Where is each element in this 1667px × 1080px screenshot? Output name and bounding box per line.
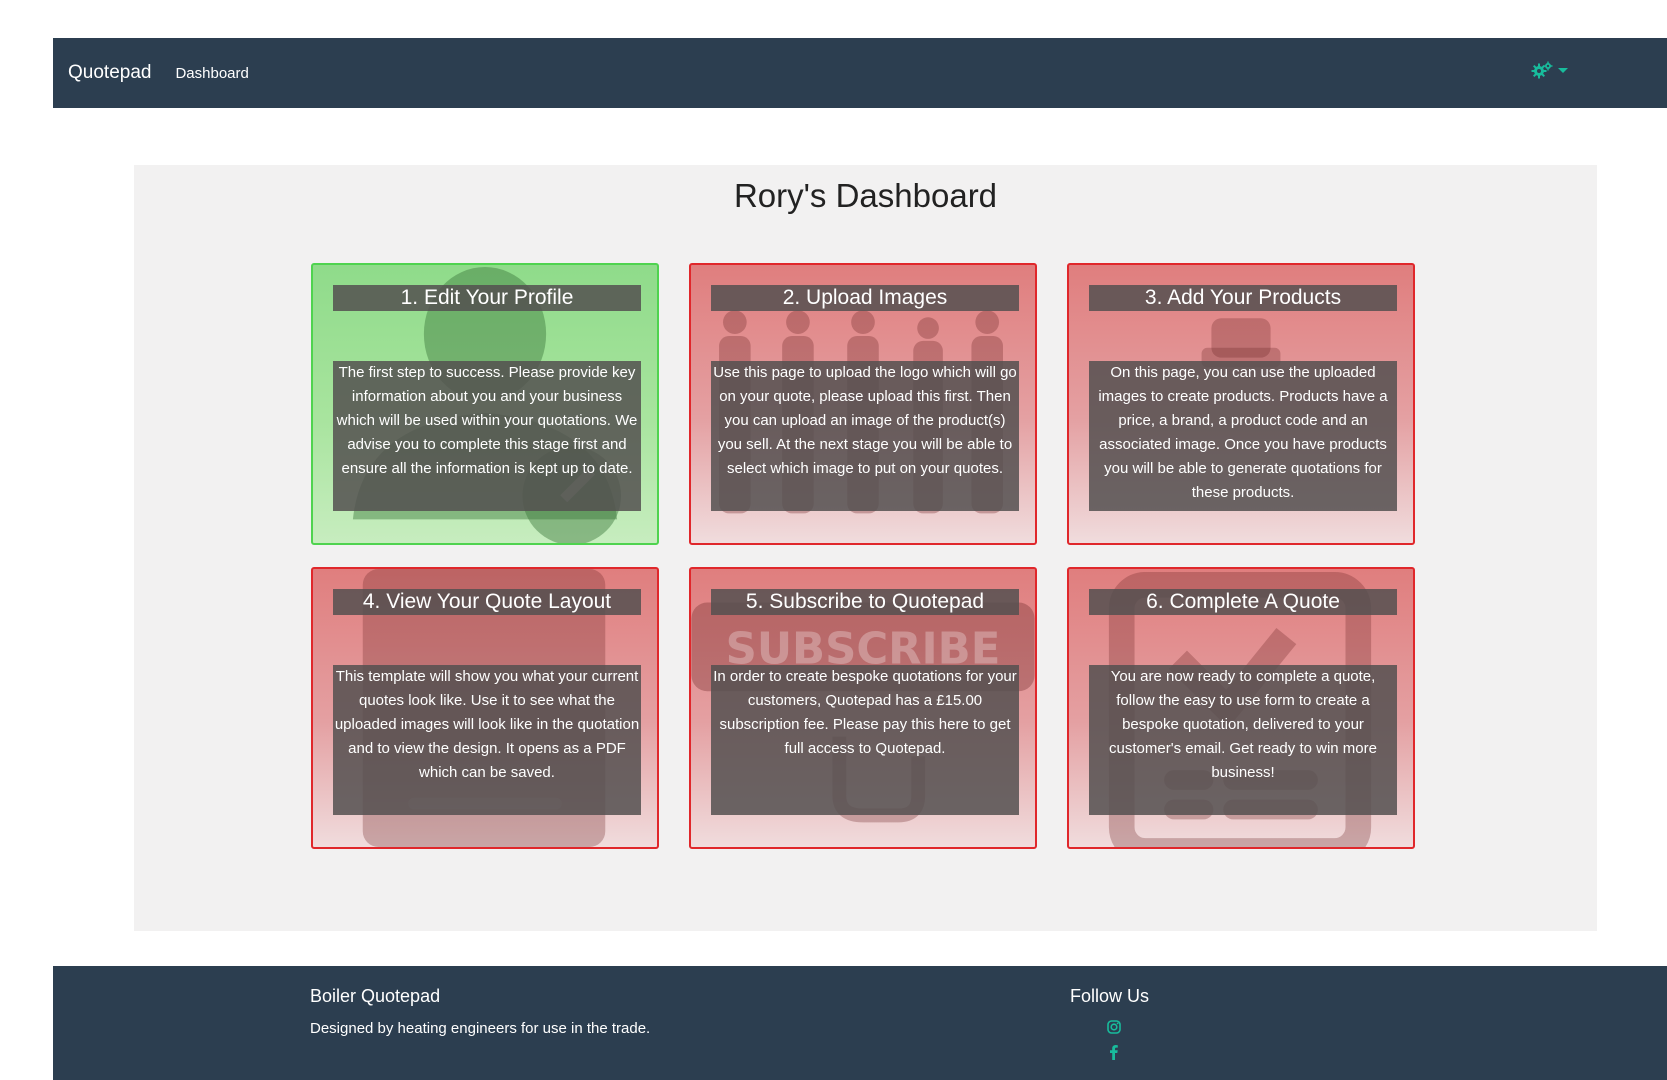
brand-link[interactable]: Quotepad bbox=[68, 62, 151, 84]
card-description: On this page, you can use the uploaded i… bbox=[1089, 361, 1397, 511]
chevron-down-icon bbox=[1558, 67, 1568, 73]
gears-icon bbox=[1531, 61, 1553, 79]
card-edit-profile[interactable]: 1. Edit Your Profile The first step to s… bbox=[311, 263, 659, 545]
footer-brand-title: Boiler Quotepad bbox=[310, 986, 441, 1006]
card-subscribe[interactable]: SUBSCRIBE 5. Subscribe to Quotepad In or… bbox=[689, 567, 1037, 849]
card-description: In order to create bespoke quotations fo… bbox=[711, 665, 1019, 815]
card-description: The first step to success. Please provid… bbox=[333, 361, 641, 511]
card-view-quote-layout[interactable]: 4. View Your Quote Layout This template … bbox=[311, 567, 659, 849]
instagram-icon[interactable] bbox=[1107, 1020, 1121, 1034]
nav-link-dashboard[interactable]: Dashboard bbox=[175, 65, 248, 82]
card-title: 6. Complete A Quote bbox=[1089, 589, 1397, 615]
facebook-icon[interactable] bbox=[1107, 1044, 1121, 1060]
top-navbar: Quotepad Dashboard bbox=[53, 38, 1667, 108]
card-description: You are now ready to complete a quote, f… bbox=[1089, 665, 1397, 815]
card-title: 2. Upload Images bbox=[711, 285, 1019, 311]
card-add-products[interactable]: 3. Add Your Products On this page, you c… bbox=[1067, 263, 1415, 545]
card-title: 4. View Your Quote Layout bbox=[333, 589, 641, 615]
page-title: Rory's Dashboard bbox=[733, 177, 998, 214]
footer-tagline: Designed by heating engineers for use in… bbox=[310, 1020, 651, 1037]
card-title: 1. Edit Your Profile bbox=[333, 285, 641, 311]
card-title: 5. Subscribe to Quotepad bbox=[711, 589, 1019, 615]
footer: Boiler Quotepad Designed by heating engi… bbox=[53, 966, 1667, 1080]
card-description: Use this page to upload the logo which w… bbox=[711, 361, 1019, 511]
dashboard-panel: Rory's Dashboard 1. Edit Your Profile Th… bbox=[134, 165, 1597, 931]
card-upload-images[interactable]: 2. Upload Images Use this page to upload… bbox=[689, 263, 1037, 545]
card-complete-quote[interactable]: 6. Complete A Quote You are now ready to… bbox=[1067, 567, 1415, 849]
settings-dropdown[interactable] bbox=[1531, 61, 1568, 79]
card-description: This template will show you what your cu… bbox=[333, 665, 641, 815]
footer-follow-title: Follow Us bbox=[1070, 986, 1150, 1006]
card-title: 3. Add Your Products bbox=[1089, 285, 1397, 311]
